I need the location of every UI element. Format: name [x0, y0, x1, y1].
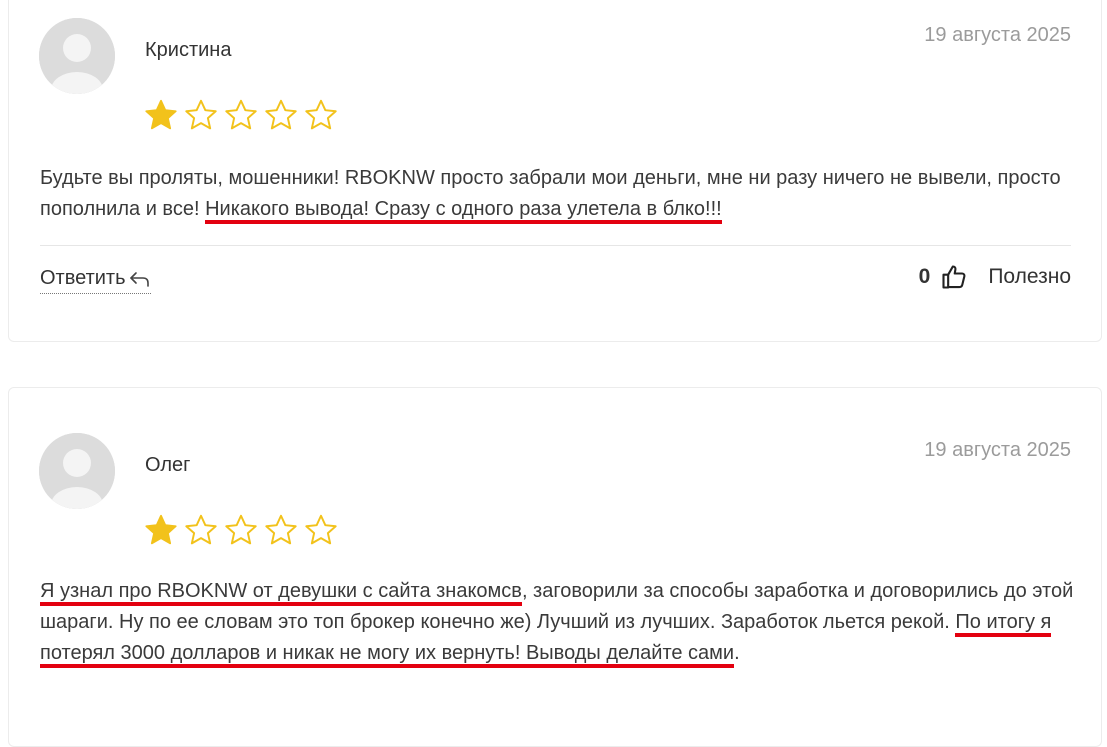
review-date: 19 августа 2025	[924, 24, 1071, 46]
star-empty-icon	[225, 514, 257, 545]
useful-label[interactable]: Полезно	[988, 265, 1071, 289]
review-card: Кристина 19 августа 2025 Будьте вы проля…	[8, 0, 1102, 342]
rating-stars	[143, 97, 339, 133]
review-text: Я узнал про RBOKNW от девушки с сайта зн…	[40, 576, 1075, 669]
review-author: Кристина	[145, 39, 232, 61]
review-card: Олег 19 августа 2025 Я узнал про RBOKNW …	[8, 387, 1102, 747]
review-text: Будьте вы проляты, мошенники! RBOKNW про…	[40, 163, 1075, 225]
star-empty-icon	[305, 514, 337, 545]
star-empty-icon	[305, 99, 337, 130]
reply-arrow-icon	[129, 271, 149, 287]
thumbs-up-icon[interactable]	[940, 263, 968, 291]
rating-stars	[143, 512, 339, 548]
review-author: Олег	[145, 454, 191, 476]
review-text-plain: .	[734, 642, 740, 664]
star-empty-icon	[185, 99, 217, 130]
divider	[40, 245, 1071, 246]
star-empty-icon	[265, 514, 297, 545]
review-date: 19 августа 2025	[924, 439, 1071, 461]
avatar	[39, 433, 115, 509]
user-placeholder-icon	[39, 433, 115, 509]
star-empty-icon	[225, 99, 257, 130]
useful-count: 0	[918, 265, 931, 288]
review-text-highlight: Я узнал про RBOKNW от девушки с сайта зн…	[40, 580, 522, 606]
star-filled-icon	[145, 99, 177, 130]
avatar	[39, 18, 115, 94]
review-text-highlight: Никакого вывода! Сразу с одного раза уле…	[205, 198, 722, 224]
star-empty-icon	[265, 99, 297, 130]
star-empty-icon	[185, 514, 217, 545]
reply-label: Ответить	[40, 267, 126, 289]
user-placeholder-icon	[39, 18, 115, 94]
reply-button[interactable]: Ответить	[40, 267, 151, 294]
useful-block: 0 Полезно	[919, 263, 1071, 291]
star-filled-icon	[145, 514, 177, 545]
